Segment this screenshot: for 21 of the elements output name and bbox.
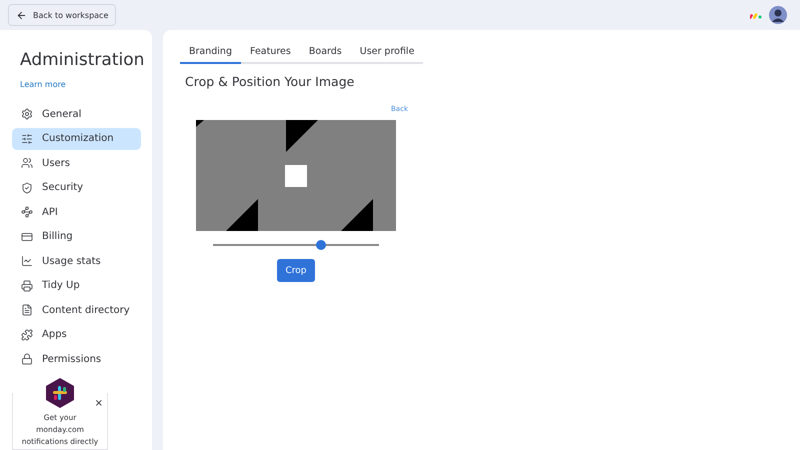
learn-more-link[interactable]: Learn more (12, 80, 66, 89)
tab[interactable]: Branding (180, 46, 241, 64)
sidebar-item[interactable]: Tidy Up (12, 274, 141, 296)
tab[interactable]: Features (241, 46, 300, 64)
sidebar-item[interactable]: Users (12, 152, 141, 174)
back-button[interactable]: Back to workspace (8, 4, 116, 26)
sidebar-item[interactable]: General (12, 103, 141, 125)
sidebar-item[interactable]: Apps (12, 324, 141, 346)
sidebar-item[interactable]: Usage stats (12, 250, 141, 272)
sidebar-item[interactable]: Security (12, 176, 141, 198)
sidebar-item[interactable]: Customization (12, 128, 141, 150)
sidebar-title: Administration (19, 50, 141, 70)
tab[interactable]: User profile (350, 46, 424, 64)
crop-button[interactable]: Crop (277, 259, 315, 282)
sidebar-item[interactable]: Permissions (12, 348, 141, 370)
section-title: Crop & Position Your Image (185, 74, 356, 89)
sidebar-item[interactable]: Billing (12, 226, 141, 248)
close-button[interactable]: × (94, 398, 103, 409)
tab[interactable]: Boards (300, 46, 351, 64)
sidebar-item[interactable]: API (12, 201, 141, 223)
sidebar-item[interactable]: Content directory (12, 299, 141, 321)
